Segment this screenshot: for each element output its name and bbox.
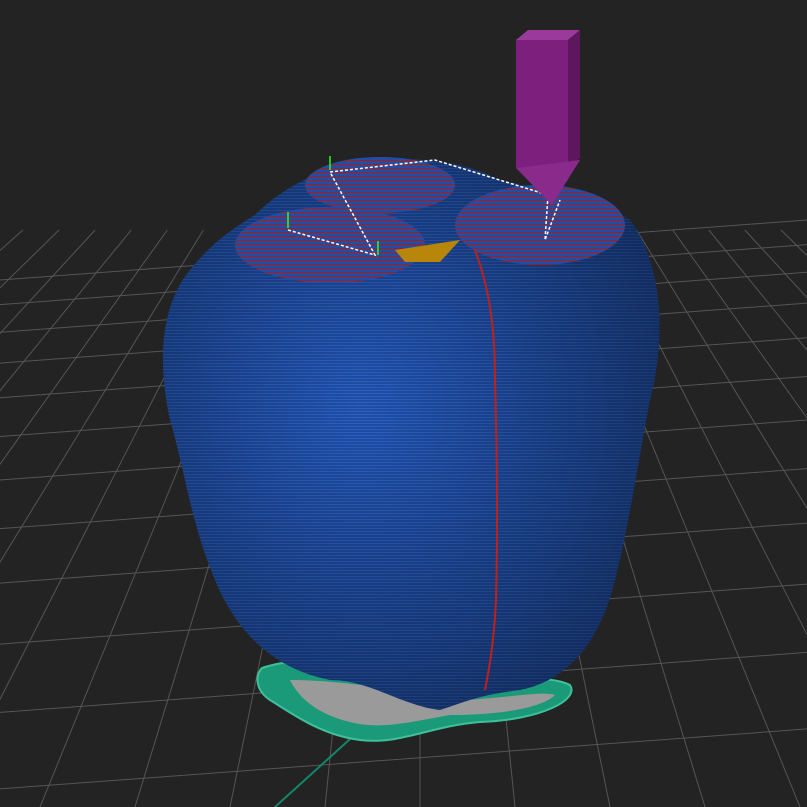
grid-line (744, 229, 807, 299)
tool-nozzle (516, 30, 580, 205)
grid-line (708, 229, 807, 352)
3d-preview-viewport[interactable] (0, 0, 807, 807)
top-lobe (235, 207, 425, 283)
grid-line (0, 229, 132, 392)
grid-line (0, 229, 60, 289)
grid-line (636, 229, 807, 510)
top-lobe (455, 185, 625, 265)
grid-line (672, 229, 807, 419)
scene (0, 30, 807, 807)
top-lobe (305, 157, 455, 213)
grid-line (780, 229, 807, 257)
x-axis-line (274, 729, 361, 807)
grid-line (0, 229, 96, 335)
grid-line (0, 229, 24, 252)
